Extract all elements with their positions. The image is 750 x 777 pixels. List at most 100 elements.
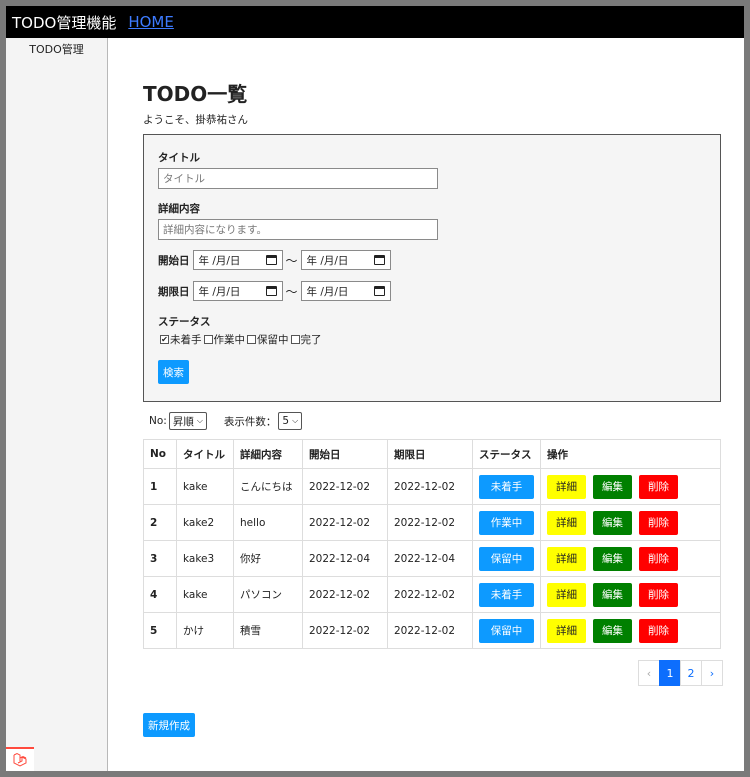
range-separator: 〜 <box>285 253 298 268</box>
header-title: タイトル <box>176 439 234 469</box>
cell-start: 2022-12-02 <box>302 504 388 541</box>
date-placeholder: 年 /月/日 <box>306 254 349 267</box>
cell-actions: 詳細 編集 削除 <box>540 540 721 577</box>
status-checkbox-in-progress[interactable] <box>203 335 213 344</box>
cell-title: kake2 <box>176 504 234 541</box>
edit-button[interactable]: 編集 <box>593 546 632 571</box>
header-actions: 操作 <box>540 439 721 469</box>
cell-title: kake <box>176 468 234 505</box>
count-select[interactable]: 5 ⌵ <box>278 412 303 430</box>
status-button[interactable]: 未着手 <box>479 582 534 607</box>
edit-button[interactable]: 編集 <box>593 474 632 499</box>
detail-button[interactable]: 詳細 <box>547 618 586 643</box>
due-date-label: 期限日 <box>158 285 190 298</box>
header-due: 期限日 <box>387 439 473 469</box>
delete-button[interactable]: 削除 <box>639 474 678 499</box>
table-row: 5 かけ 積雪 2022-12-02 2022-12-02 保留中 詳細 編集 削除 <box>143 612 721 649</box>
top-navbar: TODO管理機能 HOME <box>6 6 744 38</box>
chevron-down-icon: ⌵ <box>196 416 203 425</box>
order-select[interactable]: 昇順 ⌵ <box>168 412 207 430</box>
order-value: 昇順 <box>172 415 194 428</box>
pagination-prev: ‹ <box>638 660 660 686</box>
page-title: TODO一覧 <box>143 82 248 106</box>
header-no: No <box>143 439 177 469</box>
pagination-next[interactable]: › <box>701 660 723 686</box>
detail-label: 詳細内容 <box>158 203 200 215</box>
status-button[interactable]: 作業中 <box>479 510 534 535</box>
cell-title: kake3 <box>176 540 234 577</box>
cell-actions: 詳細 編集 削除 <box>540 612 721 649</box>
home-link[interactable]: HOME <box>128 13 174 31</box>
due-date-to-input[interactable]: 年 /月/日 <box>300 281 391 301</box>
delete-button[interactable]: 削除 <box>639 582 678 607</box>
detail-input[interactable]: 詳細内容になります。 <box>158 219 438 240</box>
table-row: 2 kake2 hello 2022-12-02 2022-12-02 作業中 … <box>143 504 721 541</box>
detail-button[interactable]: 詳細 <box>547 474 586 499</box>
detail-button[interactable]: 詳細 <box>547 546 586 571</box>
table-row: 1 kake こんにちは 2022-12-02 2022-12-02 未着手 詳… <box>143 468 721 505</box>
start-date-from-input[interactable]: 年 /月/日 <box>192 250 283 270</box>
status-option-label: 未着手 <box>170 334 202 346</box>
cell-status: 未着手 <box>472 468 541 505</box>
edit-button[interactable]: 編集 <box>593 510 632 535</box>
cell-actions: 詳細 編集 削除 <box>540 504 721 541</box>
cell-status: 保留中 <box>472 540 541 577</box>
cell-start: 2022-12-02 <box>302 576 388 613</box>
table-header-row: No タイトル 詳細内容 開始日 期限日 ステータス 操作 <box>143 439 721 469</box>
list-controls: No: 昇順 ⌵ 表示件数： 5 ⌵ <box>143 412 723 430</box>
cell-due: 2022-12-02 <box>387 504 473 541</box>
cell-due: 2022-12-04 <box>387 540 473 577</box>
sidebar: TODO管理 <box>6 38 108 771</box>
calendar-icon[interactable] <box>373 286 385 296</box>
cell-status: 作業中 <box>472 504 541 541</box>
status-option-label: 完了 <box>300 334 322 346</box>
table-row: 3 kake3 你好 2022-12-04 2022-12-04 保留中 詳細編… <box>143 540 721 577</box>
header-start: 開始日 <box>302 439 388 469</box>
sidebar-item-todo[interactable]: TODO管理 <box>6 41 107 57</box>
start-date-to-input[interactable]: 年 /月/日 <box>300 250 391 270</box>
status-checkbox-done[interactable] <box>290 335 300 344</box>
search-button[interactable]: 検索 <box>158 360 189 384</box>
delete-button[interactable]: 削除 <box>639 618 678 643</box>
delete-button[interactable]: 削除 <box>639 546 678 571</box>
status-option-label: 保留中 <box>257 334 289 346</box>
cell-detail: パソコン <box>233 576 303 613</box>
header-status: ステータス <box>472 439 541 469</box>
edit-button[interactable]: 編集 <box>593 582 632 607</box>
cell-detail: こんにちは <box>233 468 303 505</box>
laravel-icon <box>6 747 34 771</box>
delete-button[interactable]: 削除 <box>639 510 678 535</box>
detail-button[interactable]: 詳細 <box>547 582 586 607</box>
cell-detail: 積雪 <box>233 612 303 649</box>
new-todo-button[interactable]: 新規作成 <box>143 713 195 737</box>
chevron-down-icon: ⌵ <box>292 416 299 425</box>
cell-status: 保留中 <box>472 612 541 649</box>
range-separator: 〜 <box>285 284 298 299</box>
calendar-icon[interactable] <box>265 255 277 265</box>
start-date-label: 開始日 <box>158 254 190 267</box>
status-checkbox-not-started[interactable]: ✔ <box>160 335 169 344</box>
cell-detail: 你好 <box>233 540 303 577</box>
status-button[interactable]: 保留中 <box>479 546 534 571</box>
cell-no: 2 <box>143 504 177 541</box>
pagination-page-2[interactable]: 2 <box>680 660 702 686</box>
detail-button[interactable]: 詳細 <box>547 510 586 535</box>
cell-no: 5 <box>143 612 177 649</box>
status-button[interactable]: 未着手 <box>479 474 534 499</box>
cell-start: 2022-12-04 <box>302 540 388 577</box>
due-date-from-input[interactable]: 年 /月/日 <box>192 281 283 301</box>
calendar-icon[interactable] <box>373 255 385 265</box>
status-checkbox-on-hold[interactable] <box>247 335 256 344</box>
calendar-icon[interactable] <box>265 286 277 296</box>
header-detail: 詳細内容 <box>233 439 303 469</box>
pagination: ‹ 1 2 › <box>143 660 723 686</box>
edit-button[interactable]: 編集 <box>593 618 632 643</box>
cell-start: 2022-12-02 <box>302 468 388 505</box>
title-input[interactable]: タイトル <box>158 168 438 189</box>
cell-start: 2022-12-02 <box>302 612 388 649</box>
date-placeholder: 年 /月/日 <box>306 285 349 298</box>
status-button[interactable]: 保留中 <box>479 618 534 643</box>
pagination-page-1[interactable]: 1 <box>659 660 681 686</box>
cell-detail: hello <box>233 504 303 541</box>
cell-no: 3 <box>143 540 177 577</box>
